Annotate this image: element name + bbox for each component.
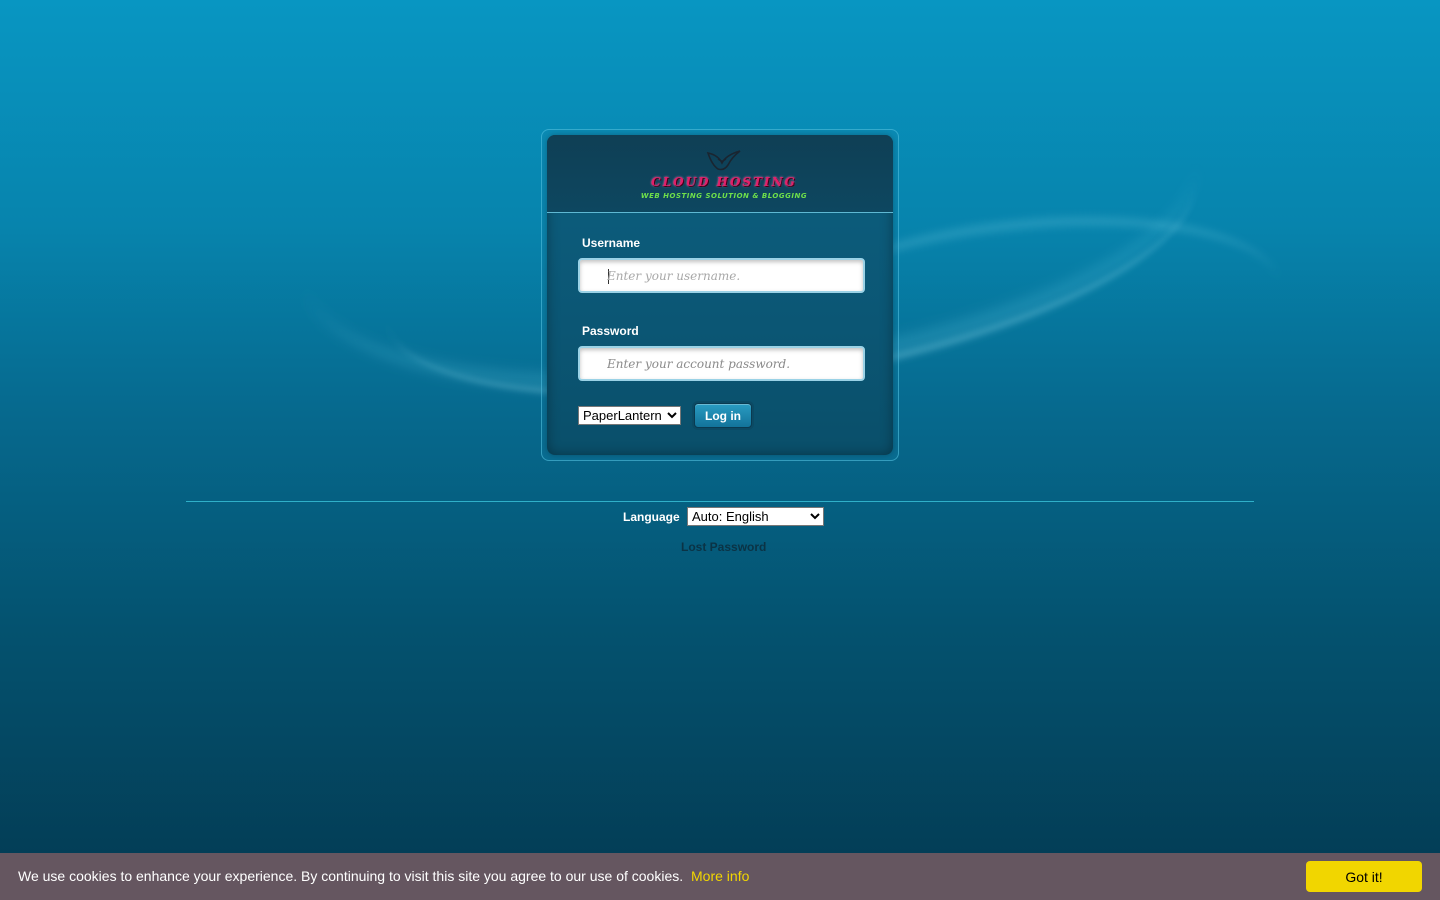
- language-label: Language: [623, 510, 680, 524]
- logo: CLOUD HOSTING WEB HOSTING SOLUTION & BLO…: [619, 149, 829, 205]
- divider: [186, 501, 1254, 502]
- bird-logo-icon: [706, 150, 741, 171]
- login-panel: CLOUD HOSTING WEB HOSTING SOLUTION & BLO…: [547, 135, 893, 455]
- login-header: CLOUD HOSTING WEB HOSTING SOLUTION & BLO…: [547, 135, 893, 213]
- password-label: Password: [582, 324, 639, 338]
- cookie-banner: We use cookies to enhance your experienc…: [0, 853, 1440, 900]
- password-field-wrapper: [578, 346, 865, 381]
- cookie-message-container: We use cookies to enhance your experienc…: [18, 868, 749, 884]
- cookie-more-info-link[interactable]: More info: [691, 868, 749, 884]
- username-field-wrapper: [578, 258, 865, 293]
- username-input[interactable]: [607, 267, 857, 285]
- lost-password-link[interactable]: Lost Password: [681, 540, 766, 554]
- cookie-accept-button[interactable]: Got it!: [1306, 861, 1422, 892]
- password-input[interactable]: [607, 355, 857, 373]
- logo-subtitle: WEB HOSTING SOLUTION & BLOGGING: [640, 192, 808, 200]
- login-button[interactable]: Log in: [694, 403, 752, 428]
- theme-select[interactable]: PaperLantern: [578, 406, 681, 425]
- cookie-message: We use cookies to enhance your experienc…: [18, 868, 684, 884]
- logo-title: CLOUD HOSTING: [651, 175, 797, 189]
- language-select[interactable]: Auto: English: [687, 507, 824, 526]
- username-label: Username: [582, 236, 641, 250]
